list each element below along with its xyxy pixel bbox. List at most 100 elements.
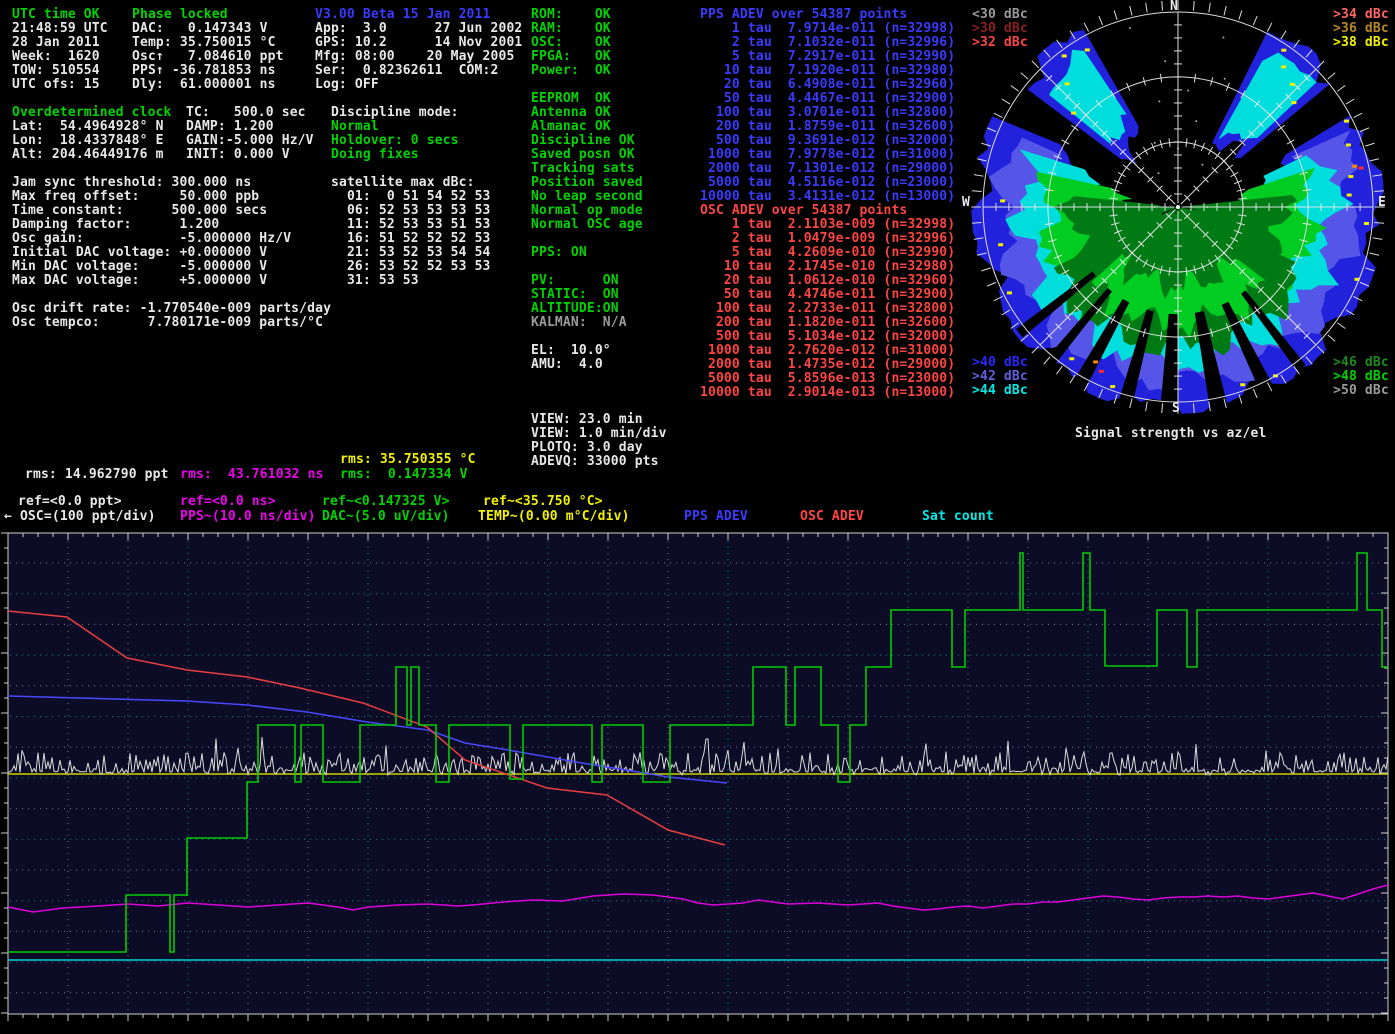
- signal-speck: [1290, 83, 1295, 86]
- op-mode-status: Normal op mode: [531, 204, 643, 218]
- osc-value: Osc↑ 7.084610 ppt: [132, 50, 284, 64]
- pps-adev-table-row: 100 tau 3.0701e-011 (n=32800): [700, 106, 955, 120]
- signal-speck: [1065, 82, 1070, 85]
- osc-adev-table-row: 2000 tau 1.4735e-012 (n=29000): [700, 358, 955, 372]
- discipline-normal: Normal: [331, 120, 379, 134]
- scale-pps: PPS~(10.0 ns/div): [180, 510, 316, 524]
- osc-adev-table-row: 10 tau 2.1745e-010 (n=32980): [700, 260, 955, 274]
- max-dac: Max DAC voltage: +5.000000 V: [12, 274, 267, 288]
- osc-adev-table-row: 200 tau 1.1820e-011 (n=32600): [700, 316, 955, 330]
- osc-adev-table-row: 1000 tau 2.7620e-012 (n=31000): [700, 344, 955, 358]
- discipline-status: Discipline OK: [531, 134, 635, 148]
- sky-dot: [1164, 60, 1166, 62]
- pps-adev-table-row: 5000 tau 4.5116e-012 (n=23000): [700, 176, 955, 190]
- pps-adev-table-row: 200 tau 1.8759e-011 (n=32600): [700, 120, 955, 134]
- ref-dac: ref~<0.147325 V>: [322, 495, 450, 509]
- dbc-gt42: >42 dBc: [972, 370, 1028, 384]
- signal-speck: [1348, 175, 1353, 178]
- signal-speck: [1071, 112, 1076, 115]
- position-status: Position saved: [531, 176, 643, 190]
- sky-dot: [1158, 100, 1160, 102]
- max-freq-offset: Max freq offset: 50.000 ppb: [12, 190, 259, 204]
- pps-adev-table-row: 1 tau 7.9714e-011 (n=32998): [700, 22, 955, 36]
- signal-speck: [1359, 167, 1364, 170]
- sat-dbc-row: 26: 53 52 52 53 53: [331, 260, 491, 274]
- osc-adev-table-row: 100 tau 2.2733e-011 (n=32800): [700, 302, 955, 316]
- sky-dot: [1154, 142, 1156, 144]
- doing-fixes: Doing fixes: [331, 148, 419, 162]
- gps-version: GPS: 10.2 14 Nov 2001: [315, 36, 522, 50]
- sky-dot: [1195, 120, 1197, 122]
- rms-osc: rms: 14.962790 ppt: [25, 468, 169, 482]
- utc-date: 28 Jan 2011: [12, 36, 100, 50]
- rms-temp: rms: 35.750355 °C: [340, 453, 476, 467]
- signal-speck: [1062, 54, 1067, 57]
- signal-speck: [1364, 222, 1369, 225]
- dac-value: DAC: 0.147343 V: [132, 22, 268, 36]
- time-constant: Time constant: 500.000 secs: [12, 204, 267, 218]
- compass-s: S: [1172, 402, 1180, 416]
- almanac-status: Almanac OK: [531, 120, 611, 134]
- el-mask: EL: 10.0°: [531, 344, 611, 358]
- view-span: VIEW: 23.0 min: [531, 413, 643, 427]
- adevq: ADEVQ: 33000 pts: [531, 455, 659, 469]
- tow: TOW: 510554: [12, 64, 100, 78]
- sat-dbc-row: 21: 53 52 53 54 54: [331, 246, 491, 260]
- dly-value: Dly: 61.000001 ns: [132, 78, 276, 92]
- signal-speck: [1347, 194, 1352, 197]
- gps-week: Week: 1620: [12, 50, 100, 64]
- altitude: Alt: 204.46449176 m: [12, 148, 164, 162]
- phase-status: Phase locked: [132, 8, 228, 22]
- dbc-gt34: >34 dBc: [1333, 8, 1389, 22]
- ref-pps: ref=<0.0 ns>: [180, 495, 276, 509]
- discipline-mode-label: Discipline mode:: [331, 106, 459, 120]
- signal-speck: [1085, 48, 1090, 51]
- pps-adev-table-row: 10 tau 7.1920e-011 (n=32980): [700, 64, 955, 78]
- dbc-gt38: >38 dBc: [1333, 36, 1389, 50]
- power-status: Power: OK: [531, 64, 611, 78]
- init-value: INIT: 0.000 V: [186, 148, 290, 162]
- osc-adev-table-row: 10000 tau 2.9014e-013 (n=13000): [700, 386, 955, 400]
- osc-adev-table-row: 20 tau 1.0612e-010 (n=32960): [700, 274, 955, 288]
- pps-adev-table-row: 500 tau 9.3691e-012 (n=32000): [700, 134, 955, 148]
- pps-adev-table-header: PPS ADEV over 54387 points: [700, 8, 907, 22]
- osc-drift: Osc drift rate: -1.770540e-009 parts/day: [12, 302, 331, 316]
- sky-dot: [1187, 89, 1189, 91]
- ref-osc: ref=<0.0 ppt>: [18, 495, 122, 509]
- scale-temp: TEMP~(0.00 m°C/div): [478, 510, 630, 524]
- pps-adev-table-row: 1000 tau 7.9778e-012 (n=31000): [700, 148, 955, 162]
- dbc-gt30: >30 dBc: [972, 22, 1028, 36]
- signal-speck: [1007, 291, 1012, 294]
- signal-speck: [1344, 120, 1349, 123]
- sat-dbc-row: 31: 53 53: [331, 274, 419, 288]
- osc-adev-table-row: 5 tau 4.2609e-010 (n=32990): [700, 246, 955, 260]
- altitude-mode: ALTITUDE:ON: [531, 302, 619, 316]
- osc-adev-table-row: 5000 tau 5.8596e-013 (n=23000): [700, 372, 955, 386]
- rms-dac: rms: 0.147334 V: [340, 468, 468, 482]
- tracking-status: Tracking sats: [531, 162, 635, 176]
- sat-dbc-row: 11: 52 53 53 51 53: [331, 218, 491, 232]
- sky-dot: [1158, 172, 1160, 174]
- pv-mode: PV: ON: [531, 274, 619, 288]
- view-div: VIEW: 1.0 min/div: [531, 427, 667, 441]
- dbc-lt30: <30 dBc: [972, 8, 1028, 22]
- pps-adev-table-row: 10000 tau 3.4131e-012 (n=13000): [700, 190, 955, 204]
- tc-value: TC: 500.0 sec: [186, 106, 306, 120]
- damping-factor: Damping factor: 1.200: [12, 218, 219, 232]
- min-dac: Min DAC voltage: -5.000000 V: [12, 260, 267, 274]
- plotq: PLOTQ: 3.0 day: [531, 441, 643, 455]
- dbc-gt32: >32 dBc: [972, 36, 1028, 50]
- signal-speck: [1000, 199, 1005, 202]
- osc-adev-table-header: OSC ADEV over 54387 points: [700, 204, 907, 218]
- signal-speck: [1240, 383, 1245, 386]
- gain-value: GAIN:-5.000 Hz/V: [186, 134, 314, 148]
- pps-value: PPS↑ -36.781853 ns: [132, 64, 276, 78]
- log-status: Log: OFF: [315, 78, 379, 92]
- dbc-gt40: >40 dBc: [972, 356, 1028, 370]
- pps-adev-table-row: 50 tau 4.4467e-011 (n=32900): [700, 92, 955, 106]
- sky-dot: [1129, 27, 1131, 29]
- pps-adev-table-row: 2000 tau 7.1301e-012 (n=29000): [700, 162, 955, 176]
- history-plot[interactable]: [0, 530, 1395, 1034]
- pps-adev-table-row: 20 tau 6.4908e-011 (n=32960): [700, 78, 955, 92]
- signal-speck: [1346, 143, 1351, 146]
